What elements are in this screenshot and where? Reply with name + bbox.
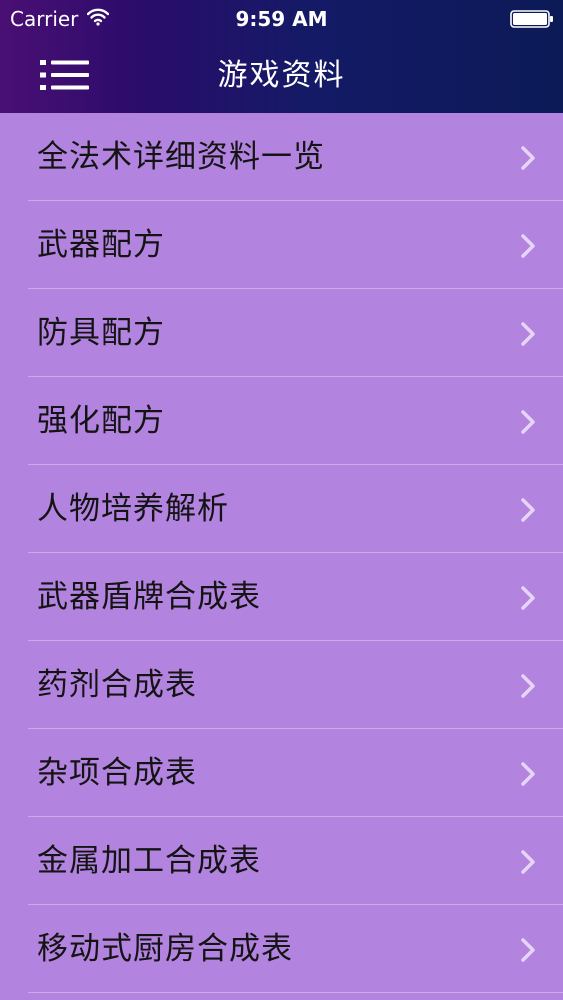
list-item[interactable]: 金属加工合成表 bbox=[0, 817, 563, 905]
chevron-right-icon bbox=[521, 234, 535, 258]
list-item-label: 全法术详细资料一览 bbox=[37, 139, 325, 175]
list-item[interactable]: 武器盾牌合成表 bbox=[0, 553, 563, 641]
list-item-label: 金属加工合成表 bbox=[37, 843, 261, 879]
list-item-label: 强化配方 bbox=[37, 403, 165, 439]
chevron-right-icon bbox=[521, 410, 535, 434]
chevron-right-icon bbox=[521, 850, 535, 874]
list-item[interactable]: 药剂合成表 bbox=[0, 641, 563, 729]
list-item[interactable]: 防具配方 bbox=[0, 289, 563, 377]
list-item[interactable]: 移动式厨房合成表 bbox=[0, 905, 563, 993]
page-title: 游戏资料 bbox=[217, 58, 346, 93]
list-item-label: 人物培养解析 bbox=[37, 491, 229, 527]
chevron-right-icon bbox=[521, 322, 535, 346]
menu-list: 全法术详细资料一览 武器配方 防具配方 强化配方 人物培养解析 武器盾牌合成表 … bbox=[0, 113, 563, 993]
app-header: Carrier 9:59 AM 游戏资料 bbox=[0, 0, 563, 113]
list-item[interactable]: 武器配方 bbox=[0, 201, 563, 289]
chevron-right-icon bbox=[521, 938, 535, 962]
list-item-label: 移动式厨房合成表 bbox=[37, 931, 293, 967]
status-bar: Carrier 9:59 AM bbox=[0, 0, 563, 38]
chevron-right-icon bbox=[521, 762, 535, 786]
chevron-right-icon bbox=[521, 498, 535, 522]
list-item-label: 药剂合成表 bbox=[37, 667, 197, 703]
list-item[interactable]: 人物培养解析 bbox=[0, 465, 563, 553]
chevron-right-icon bbox=[521, 674, 535, 698]
chevron-right-icon bbox=[521, 146, 535, 170]
list-item[interactable]: 强化配方 bbox=[0, 377, 563, 465]
list-item-label: 武器盾牌合成表 bbox=[37, 579, 261, 615]
list-item-label: 杂项合成表 bbox=[37, 755, 197, 791]
list-item[interactable]: 杂项合成表 bbox=[0, 729, 563, 817]
chevron-right-icon bbox=[521, 586, 535, 610]
list-item[interactable]: 全法术详细资料一览 bbox=[0, 113, 563, 201]
list-item-label: 防具配方 bbox=[37, 315, 165, 351]
status-time: 9:59 AM bbox=[235, 7, 328, 31]
battery-icon bbox=[510, 10, 553, 28]
list-item-label: 武器配方 bbox=[37, 227, 165, 263]
navigation-bar: 游戏资料 bbox=[0, 38, 563, 113]
